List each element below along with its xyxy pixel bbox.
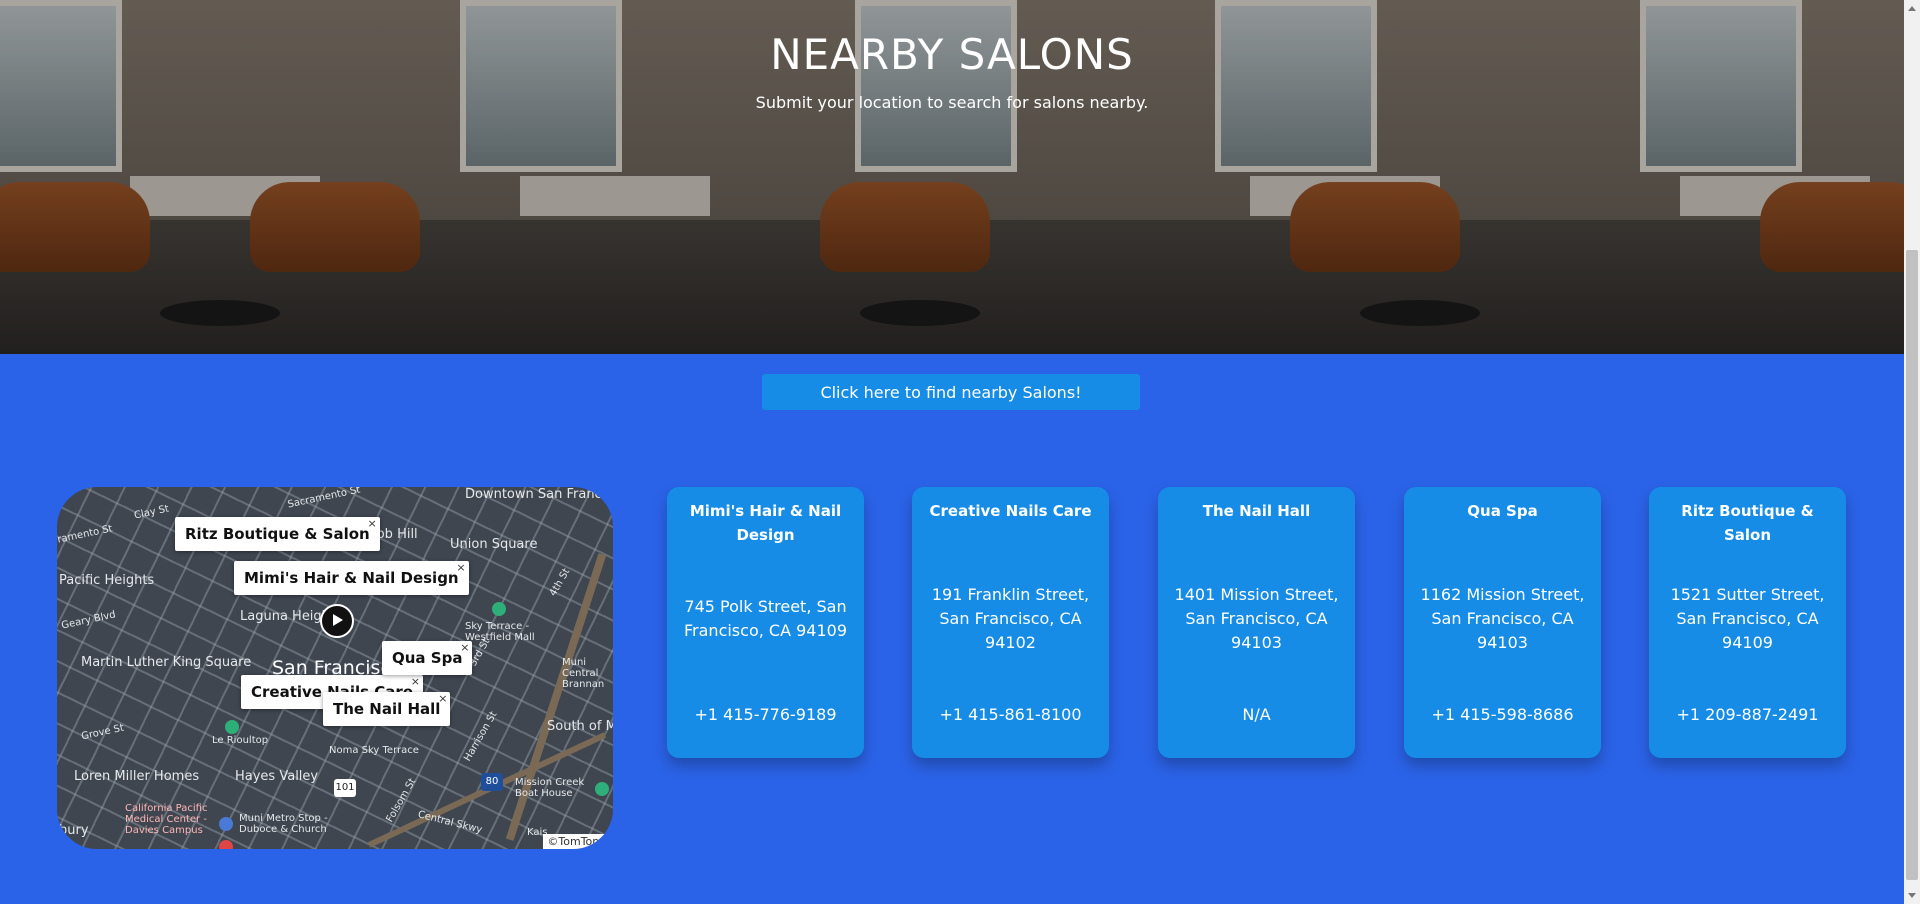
transit-poi-icon (219, 817, 233, 831)
salon-address: 1162 Mission Street, San Francisco, CA 9… (1420, 585, 1585, 652)
salon-name: Creative Nails Care (929, 502, 1092, 520)
map-popup-ritz[interactable]: Ritz Boutique & Salon × (175, 517, 380, 551)
salon-phone: +1 209-887-2491 (1676, 705, 1819, 724)
map-label: Loren Miller Homes (74, 769, 200, 784)
salon-phone: +1 415-598-8686 (1431, 705, 1574, 724)
interstate-80-icon: 80 (481, 773, 503, 791)
salon-card[interactable]: Creative Nails Care 191 Franklin Street,… (912, 487, 1109, 758)
scrollbar-thumb[interactable] (1906, 250, 1918, 880)
popup-close-icon[interactable]: × (411, 675, 420, 688)
map-label: Union Square (450, 537, 538, 552)
popup-label: Qua Spa (392, 649, 463, 667)
salon-address: 1521 Sutter Street, San Francisco, CA 94… (1670, 585, 1825, 652)
salon-card[interactable]: The Nail Hall 1401 Mission Street, San F… (1158, 487, 1355, 758)
map-label: bury (59, 823, 89, 838)
salon-map[interactable]: Downtown San Francisco Sacramento St Cla… (57, 487, 613, 849)
map-label: Hayes Valley (235, 769, 319, 784)
map-label: Mission Creek Boat House (515, 777, 585, 799)
current-location-pin-icon[interactable] (320, 604, 354, 638)
salon-name: Qua Spa (1467, 502, 1538, 520)
map-label: Pacific Heights (59, 573, 155, 588)
popup-label: The Nail Hall (333, 700, 441, 718)
scroll-down-icon[interactable] (1908, 893, 1916, 898)
find-salons-button[interactable]: Click here to find nearby Salons! (762, 374, 1140, 410)
popup-label: Mimi's Hair & Nail Design (244, 569, 459, 587)
map-label: Martin Luther King Square (81, 655, 252, 670)
map-label: Muni Central Brannan (562, 657, 605, 690)
page-subtitle: Submit your location to search for salon… (755, 93, 1149, 112)
popup-close-icon[interactable]: × (460, 641, 469, 654)
popup-close-icon[interactable]: × (438, 692, 447, 705)
park-poi-icon (225, 720, 239, 734)
map-label: Muni Metro Stop - Duboce & Church (239, 813, 328, 835)
map-label: Le Rioultop (212, 735, 269, 746)
hospital-poi-icon (219, 840, 233, 849)
scroll-up-icon[interactable] (1908, 6, 1916, 11)
map-label: Noma Sky Terrace (329, 745, 419, 756)
salon-address: 745 Polk Street, San Francisco, CA 94109 (684, 597, 847, 640)
hero-banner: NEARBY SALONS Submit your location to se… (0, 0, 1904, 354)
map-popup-nail-hall[interactable]: The Nail Hall × (323, 692, 451, 726)
map-popup-mimis[interactable]: Mimi's Hair & Nail Design × (234, 561, 469, 595)
page-scrollbar[interactable] (1904, 0, 1920, 904)
shopping-poi-icon (492, 602, 506, 616)
salon-address: 1401 Mission Street, San Francisco, CA 9… (1174, 585, 1339, 652)
salon-name: Mimi's Hair & Nail Design (689, 502, 842, 544)
map-copyright[interactable]: ©TomTom (543, 834, 607, 849)
map-popup-qua[interactable]: Qua Spa × (382, 641, 473, 675)
map-label: South of Ma (547, 719, 613, 734)
map-label: Sky Terrace - Westfield Mall (465, 621, 535, 643)
salon-phone: +1 415-776-9189 (694, 705, 837, 724)
popup-close-icon[interactable]: × (456, 561, 465, 574)
salon-name: The Nail Hall (1202, 502, 1311, 520)
boat-poi-icon (595, 782, 609, 796)
salon-name: Ritz Boutique & Salon (1681, 502, 1814, 544)
popup-close-icon[interactable]: × (368, 517, 377, 530)
salon-card[interactable]: Qua Spa 1162 Mission Street, San Francis… (1404, 487, 1601, 758)
popup-label: Ritz Boutique & Salon (185, 525, 370, 543)
salon-phone: N/A (1242, 705, 1271, 724)
page-title: NEARBY SALONS (770, 30, 1134, 79)
salon-phone: +1 415-861-8100 (939, 705, 1082, 724)
map-label: California Pacific Medical Center - Davi… (125, 803, 208, 836)
salon-address: 191 Franklin Street, San Francisco, CA 9… (931, 585, 1090, 652)
salon-card[interactable]: Ritz Boutique & Salon 1521 Sutter Street… (1649, 487, 1846, 758)
map-label: Downtown San Francisco (465, 487, 613, 502)
highway-101-icon: 101 (334, 779, 356, 797)
salon-card[interactable]: Mimi's Hair & Nail Design 745 Polk Stree… (667, 487, 864, 758)
